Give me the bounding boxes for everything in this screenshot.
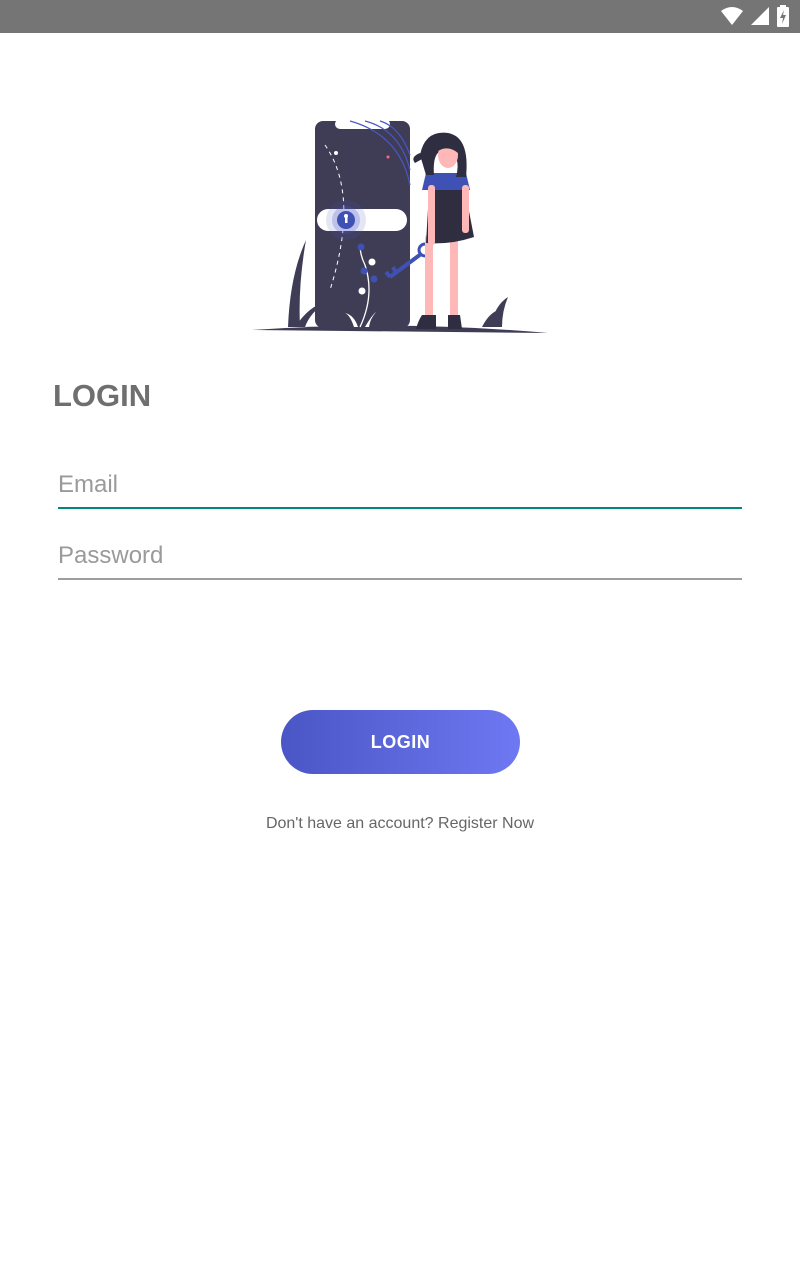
email-underline: [58, 507, 742, 509]
email-field[interactable]: [58, 465, 742, 505]
cell-signal-icon: [750, 5, 770, 27]
login-illustration: [250, 115, 550, 340]
register-link[interactable]: Don't have an account? Register Now: [0, 815, 800, 833]
password-underline: [58, 578, 742, 580]
status-bar: [0, 0, 800, 33]
password-field[interactable]: [58, 536, 742, 576]
wifi-icon: [720, 5, 744, 27]
login-button[interactable]: LOGIN: [281, 710, 520, 774]
battery-charging-icon: [776, 5, 790, 27]
email-field-container: [58, 465, 742, 509]
status-icons: [720, 5, 790, 27]
page-title: LOGIN: [53, 378, 152, 413]
password-field-container: [58, 536, 742, 580]
